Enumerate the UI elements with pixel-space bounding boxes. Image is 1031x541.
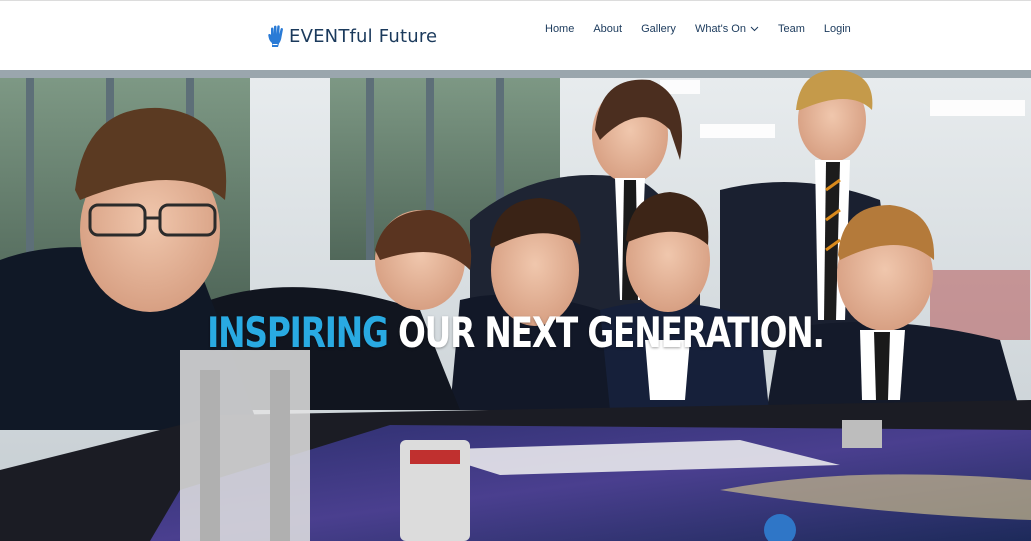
chevron-down-icon [750, 26, 759, 32]
nav-about-label: About [593, 23, 623, 35]
hero-heading-accent: INSPIRING [207, 308, 389, 357]
site-logo-text: EVENTful Future [289, 25, 438, 47]
nav-home[interactable]: Home [545, 23, 574, 35]
nav-whats-on-label: What's On [694, 23, 746, 35]
site-logo[interactable]: EVENTful Future [268, 23, 437, 49]
hand-icon [268, 25, 283, 47]
hero-photo [0, 70, 1031, 541]
nav-team-label: Team [777, 23, 805, 35]
nav-login[interactable]: Login [824, 23, 851, 35]
nav-gallery[interactable]: Gallery [641, 23, 676, 35]
main-nav: Home About Gallery What's On Team Login [545, 23, 851, 35]
nav-team[interactable]: Team [778, 23, 805, 35]
hero-heading-rest: OUR NEXT GENERATION. [387, 308, 825, 357]
nav-about[interactable]: About [593, 23, 622, 35]
nav-login-label: Login [823, 23, 851, 35]
hero-heading: INSPIRING OUR NEXT GENERATION. [113, 308, 917, 357]
hero-banner: INSPIRING OUR NEXT GENERATION. [0, 70, 1031, 541]
nav-whats-on[interactable]: What's On [695, 23, 759, 35]
nav-home-label: Home [545, 23, 575, 35]
nav-gallery-label: Gallery [641, 23, 676, 35]
site-header: EVENTful Future Home About Gallery What'… [0, 0, 1031, 70]
